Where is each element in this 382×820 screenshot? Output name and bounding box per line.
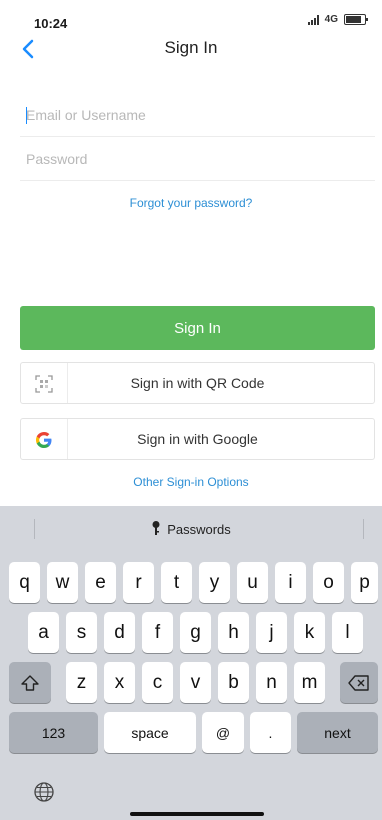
key-m[interactable]: m bbox=[294, 662, 325, 703]
signal-icon bbox=[307, 14, 319, 25]
at-key[interactable]: @ bbox=[202, 712, 244, 753]
next-key[interactable]: next bbox=[297, 712, 378, 753]
key-u[interactable]: u bbox=[237, 562, 268, 603]
key-d[interactable]: d bbox=[104, 612, 135, 653]
globe-icon bbox=[34, 782, 54, 802]
key-a[interactable]: a bbox=[28, 612, 59, 653]
network-type: 4G bbox=[324, 14, 338, 25]
nav-bar: Sign In bbox=[0, 34, 382, 64]
key-x[interactable]: x bbox=[104, 662, 135, 703]
key-e[interactable]: e bbox=[85, 562, 116, 603]
key-icon bbox=[152, 521, 160, 535]
key-l[interactable]: l bbox=[332, 612, 363, 653]
key-w[interactable]: w bbox=[47, 562, 78, 603]
shift-key[interactable] bbox=[9, 662, 51, 703]
key-o[interactable]: o bbox=[313, 562, 344, 603]
divider bbox=[363, 519, 364, 539]
chevron-left-icon bbox=[22, 39, 34, 59]
qr-sign-in-button[interactable]: Sign in with QR Code bbox=[20, 362, 375, 404]
delete-key[interactable] bbox=[340, 662, 378, 703]
key-p[interactable]: p bbox=[351, 562, 378, 603]
back-button[interactable] bbox=[14, 34, 42, 64]
globe-button[interactable] bbox=[30, 778, 58, 806]
key-v[interactable]: v bbox=[180, 662, 211, 703]
shift-icon bbox=[21, 674, 39, 691]
key-y[interactable]: y bbox=[199, 562, 230, 603]
key-c[interactable]: c bbox=[142, 662, 173, 703]
status-time: 10:24 bbox=[34, 16, 68, 31]
sign-in-button[interactable]: Sign In bbox=[20, 306, 375, 350]
status-bar: 10:24 4G bbox=[0, 0, 382, 36]
password-field-container bbox=[20, 138, 381, 181]
key-n[interactable]: n bbox=[256, 662, 287, 703]
qr-sign-in-label: Sign in with QR Code bbox=[130, 375, 265, 391]
forgot-password-link[interactable]: Forgot your password? bbox=[0, 196, 382, 210]
key-g[interactable]: g bbox=[180, 612, 211, 653]
key-q[interactable]: q bbox=[9, 562, 40, 603]
email-field-container bbox=[20, 94, 381, 137]
numbers-key[interactable]: 123 bbox=[9, 712, 98, 753]
keyboard-accessory-bar: Passwords bbox=[0, 506, 382, 550]
key-z[interactable]: z bbox=[66, 662, 97, 703]
battery-icon bbox=[344, 14, 368, 25]
key-f[interactable]: f bbox=[142, 612, 173, 653]
dot-key[interactable]: . bbox=[250, 712, 291, 753]
keyboard: Passwords q w e r t y u i o p a s d f g … bbox=[0, 506, 382, 820]
backspace-icon bbox=[348, 674, 369, 691]
key-k[interactable]: k bbox=[294, 612, 325, 653]
google-sign-in-label: Sign in with Google bbox=[137, 431, 258, 447]
space-key[interactable]: space bbox=[104, 712, 196, 753]
status-indicators: 4G bbox=[307, 14, 368, 25]
key-r[interactable]: r bbox=[123, 562, 154, 603]
email-field[interactable] bbox=[20, 94, 381, 136]
password-field[interactable] bbox=[20, 138, 381, 180]
key-t[interactable]: t bbox=[161, 562, 192, 603]
home-indicator bbox=[130, 812, 264, 816]
key-s[interactable]: s bbox=[66, 612, 97, 653]
key-i[interactable]: i bbox=[275, 562, 306, 603]
other-sign-in-options-link[interactable]: Other Sign-in Options bbox=[0, 475, 382, 489]
key-j[interactable]: j bbox=[256, 612, 287, 653]
google-sign-in-button[interactable]: Sign in with Google bbox=[20, 418, 375, 460]
passwords-label: Passwords bbox=[167, 522, 231, 537]
key-h[interactable]: h bbox=[218, 612, 249, 653]
key-b[interactable]: b bbox=[218, 662, 249, 703]
page-title: Sign In bbox=[164, 38, 218, 57]
passwords-button[interactable]: Passwords bbox=[0, 520, 382, 537]
